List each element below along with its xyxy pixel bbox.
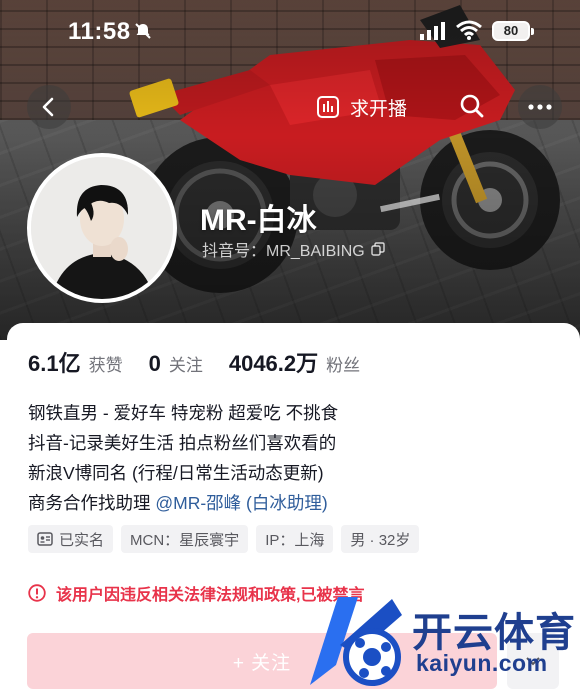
tag-verified-label: 已实名: [59, 531, 105, 549]
avatar-photo: [31, 157, 173, 299]
bio-line-1: 钢铁直男 - 爱好车 特宠粉 超爱吃 不挑食: [28, 403, 339, 423]
tag-mcn[interactable]: MCN：星辰寰宇: [121, 525, 249, 553]
watermark-url: kaiyun.com: [416, 650, 548, 676]
id-card-icon: [37, 532, 53, 546]
status-time: 11:58: [68, 18, 131, 45]
douyin-id-text: 抖音号：MR_BAIBING: [202, 243, 365, 260]
tag-mcn-label: MCN：星辰寰宇: [130, 531, 240, 549]
tag-verified: 已实名: [28, 525, 114, 553]
avatar[interactable]: [27, 153, 177, 303]
assistant-mention-link[interactable]: @MR-邵峰 (白冰助理): [155, 493, 327, 513]
following-label[interactable]: 关注: [169, 351, 203, 376]
bio: 钢铁直男 - 爱好车 特宠粉 超爱吃 不挑食 抖音-记录美好生活 拍点粉丝们喜欢…: [28, 398, 568, 518]
tag-gender-age: 男 · 32岁: [341, 525, 420, 553]
following-count[interactable]: 0: [149, 351, 161, 377]
mute-icon: [135, 23, 151, 39]
search-button[interactable]: [452, 86, 492, 126]
request-live-button[interactable]: 求开播: [316, 90, 407, 124]
tag-gender-age-label: 男 · 32岁: [350, 531, 411, 549]
search-icon: [460, 94, 484, 118]
bio-line-4: 商务合作找助理 @MR-邵峰 (白冰助理): [28, 488, 568, 518]
bio-line-4-prefix: 商务合作找助理: [28, 493, 156, 513]
request-live-label: 求开播: [350, 98, 408, 120]
ellipsis-icon: [528, 104, 552, 110]
bio-line-2: 抖音-记录美好生活 拍点粉丝们喜欢看的: [28, 433, 337, 453]
douyin-id[interactable]: 抖音号：MR_BAIBING: [202, 237, 385, 261]
more-button[interactable]: [518, 85, 562, 129]
kaiyun-logo: [310, 597, 402, 686]
back-button[interactable]: [27, 85, 71, 129]
bio-line-3: 新浪V博同名 (行程/日常生活动态更新): [28, 463, 324, 483]
copy-icon[interactable]: [371, 242, 385, 256]
wifi-icon: [456, 20, 482, 40]
tag-ip-label: IP：上海: [265, 531, 325, 549]
signal-icon: [420, 22, 445, 40]
nickname: MR-白冰: [200, 204, 317, 237]
warning-icon: [28, 584, 46, 602]
followers-count[interactable]: 4046.2万: [229, 346, 318, 378]
likes-label: 获赞: [88, 356, 123, 375]
chevron-left-icon: [42, 97, 54, 117]
likes-count: 6.1亿: [28, 351, 81, 376]
tag-ip: IP：上海: [256, 525, 334, 553]
followers-label[interactable]: 粉丝: [326, 351, 360, 376]
battery-icon: 80: [492, 21, 534, 41]
tags-row: 已实名 MCN：星辰寰宇 IP：上海 男 · 32岁: [28, 525, 420, 553]
bar-chart-icon: [317, 96, 339, 118]
stats-row: 6.1亿 获赞 0 关注 4046.2万 粉丝: [28, 346, 378, 378]
